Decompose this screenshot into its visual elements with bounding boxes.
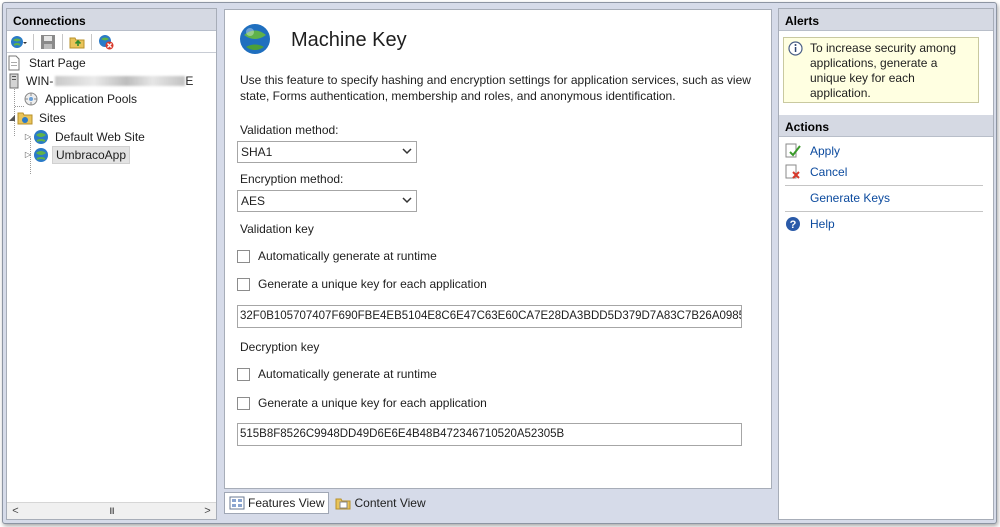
tree-item-umbracoapp[interactable]: ▷ UmbracoApp (23, 145, 131, 164)
checkbox-label: Generate a unique key for each applicati… (258, 277, 487, 291)
action-label: Help (810, 217, 835, 231)
tree-item-label: Sites (39, 110, 66, 125)
view-tabs: Features View Content View (224, 491, 430, 515)
connections-pane: Connections Start Page WIN- E Applicatio… (6, 8, 217, 520)
tree-item-label: Start Page (29, 55, 86, 70)
scroll-left-button[interactable]: < (7, 505, 24, 517)
alert-message: To increase security among applications,… (810, 41, 957, 100)
validation-unique-key-option[interactable]: Generate a unique key for each applicati… (237, 277, 487, 291)
chevron-down-icon (402, 145, 412, 159)
help-action[interactable]: ? Help (785, 216, 835, 232)
actions-pane: Alerts To increase security among applic… (778, 8, 994, 520)
server-name-suffix: E (185, 73, 194, 88)
decryption-key-section-label: Decryption key (240, 340, 320, 354)
apply-checkmark-icon (785, 143, 801, 159)
tab-label: Features View (248, 496, 325, 510)
decryption-unique-key-option[interactable]: Generate a unique key for each applicati… (237, 396, 487, 410)
globe-icon (33, 147, 49, 163)
tab-label: Content View (354, 496, 426, 510)
validation-method-value: SHA1 (241, 145, 273, 159)
chevron-down-icon (402, 194, 412, 208)
encryption-method-value: AES (241, 194, 266, 208)
horizontal-scrollbar[interactable]: < III > (7, 502, 216, 519)
generate-keys-action[interactable]: Generate Keys (810, 191, 890, 205)
help-icon: ? (785, 216, 801, 232)
action-label: Apply (810, 144, 841, 158)
validation-auto-generate-option[interactable]: Automatically generate at runtime (237, 249, 437, 263)
up-folder-icon[interactable] (68, 33, 86, 51)
validation-key-input[interactable]: 32F0B105707407F690FBE4EB5104E8C6E47C63E6… (237, 305, 742, 328)
actions-header: Actions (779, 115, 993, 137)
cancel-x-icon (785, 164, 801, 180)
redacted-server-name (55, 76, 186, 87)
disconnect-icon[interactable] (97, 33, 115, 51)
tree-item-label: Default Web Site (55, 129, 145, 144)
application-pools-icon (23, 91, 39, 107)
connections-header: Connections (7, 9, 216, 31)
validation-key-section-label: Validation key (240, 222, 314, 236)
toolbar-separator (91, 33, 92, 50)
expand-arrow-icon[interactable]: ▷ (23, 132, 33, 141)
machine-key-feature-page: Machine Key Use this feature to specify … (224, 9, 772, 489)
scroll-right-button[interactable]: > (199, 505, 216, 517)
action-label: Cancel (810, 165, 848, 179)
apply-action[interactable]: Apply (785, 143, 840, 159)
start-page-icon (7, 55, 23, 71)
tree-item-sites[interactable]: ◢ Sites (7, 108, 69, 127)
actions-separator (785, 185, 983, 186)
page-title: Machine Key (291, 29, 407, 51)
cancel-action[interactable]: Cancel (785, 164, 847, 180)
validation-method-label: Validation method: (240, 123, 339, 137)
save-icon[interactable] (39, 33, 57, 51)
tree-item-application-pools[interactable]: Application Pools (23, 89, 140, 108)
expand-arrow-icon[interactable]: ▷ (23, 150, 33, 159)
tree-item-start-page[interactable]: Start Page (7, 53, 89, 72)
encryption-method-select[interactable]: AES (237, 190, 417, 212)
decryption-key-input[interactable]: 515B8F8526C9948DD49D6E6E4B48B47234671052… (237, 423, 742, 446)
collapse-arrow-icon[interactable]: ◢ (7, 113, 17, 122)
security-alert: To increase security among applications,… (783, 37, 979, 103)
decryption-unique-key-checkbox[interactable] (237, 396, 250, 410)
svg-text:?: ? (790, 219, 797, 231)
validation-method-select[interactable]: SHA1 (237, 141, 417, 163)
checkbox-label: Generate a unique key for each applicati… (258, 396, 487, 410)
content-view-icon (335, 495, 351, 511)
scroll-thumb-grip[interactable]: III (109, 506, 114, 516)
feature-description: Use this feature to specify hashing and … (240, 73, 751, 103)
tab-features-view[interactable]: Features View (224, 492, 330, 514)
encryption-method-label: Encryption method: (240, 172, 344, 186)
connect-icon[interactable] (10, 33, 28, 51)
toolbar-separator (33, 33, 34, 50)
toolbar-separator (62, 33, 63, 50)
sites-folder-icon (17, 110, 33, 126)
actions-separator (785, 211, 983, 212)
validation-auto-generate-checkbox[interactable] (237, 249, 250, 263)
decryption-auto-generate-option[interactable]: Automatically generate at runtime (237, 367, 437, 381)
decryption-auto-generate-checkbox[interactable] (237, 367, 250, 381)
center-pane: Machine Key Use this feature to specify … (222, 8, 774, 520)
tree-item-server[interactable]: WIN- E (7, 71, 196, 90)
server-name: WIN- (26, 73, 54, 88)
info-icon (788, 41, 803, 60)
checkbox-label: Automatically generate at runtime (258, 249, 437, 263)
server-icon (7, 73, 23, 89)
tab-content-view[interactable]: Content View (331, 492, 429, 514)
action-label: Generate Keys (810, 191, 891, 205)
machine-key-globe-icon (239, 23, 271, 58)
tree-item-label: UmbracoApp (52, 145, 131, 164)
iis-manager-window: Connections Start Page WIN- E Applicatio… (2, 2, 997, 524)
features-view-icon (229, 495, 245, 511)
tree-item-label: Application Pools (45, 91, 138, 106)
tree-item-default-web-site[interactable]: ▷ Default Web Site (23, 127, 148, 146)
alerts-header: Alerts (779, 9, 993, 31)
connections-toolbar (7, 31, 216, 53)
globe-icon (33, 129, 49, 145)
checkbox-label: Automatically generate at runtime (258, 367, 437, 381)
validation-unique-key-checkbox[interactable] (237, 277, 250, 291)
